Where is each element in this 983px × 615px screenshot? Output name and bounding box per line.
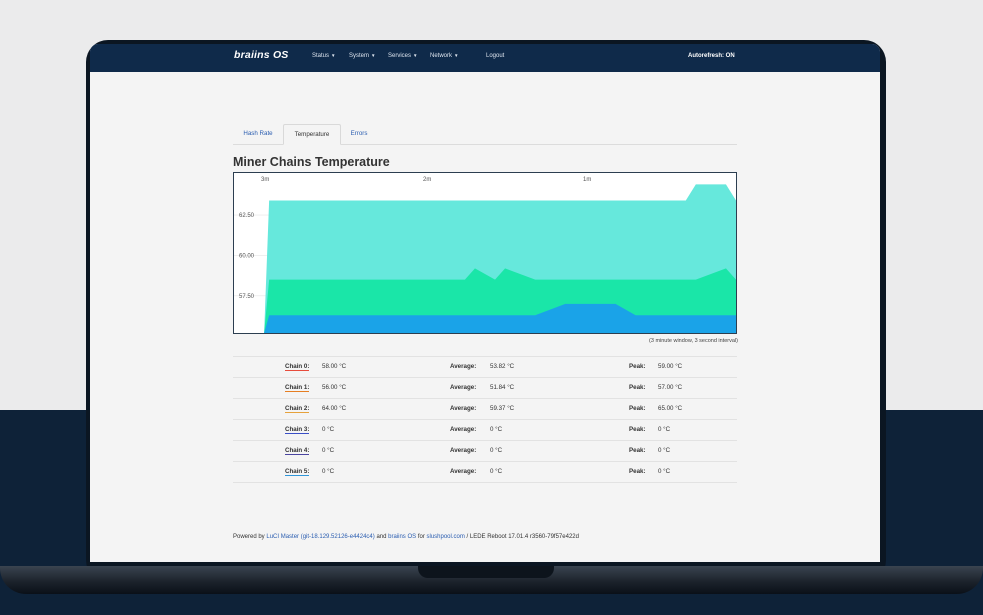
tab-bar: Hash Rate Temperature Errors <box>233 124 737 145</box>
chain-label: Chain 1: <box>285 384 310 392</box>
nav-system-label: System <box>349 53 370 59</box>
table-row: Chain 3: 0 °C Average: 0 °C Peak: 0 °C <box>233 419 737 440</box>
nav-network[interactable]: Network ▼ <box>430 53 458 59</box>
peak-value: 59.00 °C <box>658 363 683 370</box>
peak-value: 57.00 °C <box>658 384 683 391</box>
tab-temperature[interactable]: Temperature <box>283 124 341 145</box>
chain-label: Chain 2: <box>285 405 310 413</box>
x-tick-label: 1m <box>583 177 591 183</box>
nav-status[interactable]: Status ▼ <box>312 53 335 59</box>
caret-down-icon: ▼ <box>331 53 336 58</box>
luci-link[interactable]: LuCI Master (git-18.129.52126-e4424c4) <box>266 534 374 540</box>
nav-status-label: Status <box>312 53 330 59</box>
nav-network-label: Network <box>430 53 453 59</box>
chain-value: 64.00 °C <box>322 405 347 412</box>
chain-label: Chain 3: <box>285 426 310 434</box>
nav-services[interactable]: Services ▼ <box>388 53 417 59</box>
peak-label: Peak: <box>629 468 646 475</box>
peak-value: 0 °C <box>658 447 671 454</box>
peak-value: 0 °C <box>658 426 671 433</box>
nav-logout[interactable]: Logout <box>486 53 504 59</box>
autorefresh-toggle[interactable]: Autorefresh: ON <box>688 53 735 59</box>
chain-value: 0 °C <box>322 426 335 433</box>
screen: braiins OS Status ▼ System ▼ Services ▼ Net… <box>90 44 880 562</box>
chain-value: 58.00 °C <box>322 363 347 370</box>
peak-value: 65.00 °C <box>658 405 683 412</box>
y-tick-label: 62.50 <box>239 213 255 219</box>
chain-label: Chain 4: <box>285 447 310 455</box>
chain-value: 0 °C <box>322 447 335 454</box>
laptop-notch <box>418 566 554 578</box>
footer: Powered by LuCI Master (git-18.129.52126… <box>233 534 579 540</box>
x-tick-label: 2m <box>423 177 431 183</box>
average-label: Average: <box>450 363 477 370</box>
chart-interval-note: (3 minute window, 3 second interval) <box>649 338 738 344</box>
peak-label: Peak: <box>629 426 646 433</box>
footer-powered-by: Powered by <box>233 534 265 540</box>
average-label: Average: <box>450 468 477 475</box>
table-row: Chain 2: 64.00 °C Average: 59.37 °C Peak… <box>233 398 737 419</box>
average-value: 53.82 °C <box>490 363 515 370</box>
peak-value: 0 °C <box>658 468 671 475</box>
peak-label: Peak: <box>629 447 646 454</box>
caret-down-icon: ▼ <box>371 53 376 58</box>
chain-label: Chain 0: <box>285 363 310 371</box>
table-row: Chain 4: 0 °C Average: 0 °C Peak: 0 °C <box>233 440 737 461</box>
x-tick-label: 3m <box>261 177 269 183</box>
temperature-chart: 3m 2m 1m 62.50 60.00 57.50 <box>233 172 737 334</box>
caret-down-icon: ▼ <box>413 53 418 58</box>
tab-errors[interactable]: Errors <box>339 124 379 143</box>
average-value: 0 °C <box>490 468 503 475</box>
braiins-link[interactable]: braiins OS <box>388 534 416 540</box>
table-row: Chain 5: 0 °C Average: 0 °C Peak: 0 °C <box>233 461 737 483</box>
footer-for: for <box>417 534 425 540</box>
top-navbar: braiins OS Status ▼ System ▼ Services ▼ Net… <box>90 44 880 72</box>
average-value: 0 °C <box>490 426 503 433</box>
average-value: 51.84 °C <box>490 384 515 391</box>
nav-system[interactable]: System ▼ <box>349 53 375 59</box>
peak-label: Peak: <box>629 363 646 370</box>
table-row: Chain 1: 56.00 °C Average: 51.84 °C Peak… <box>233 377 737 398</box>
average-label: Average: <box>450 426 477 433</box>
chain-table: Chain 0: 58.00 °C Average: 53.82 °C Peak… <box>233 356 737 483</box>
slushpool-link[interactable]: slushpool.com <box>427 534 465 540</box>
tab-hash-rate[interactable]: Hash Rate <box>233 124 283 143</box>
average-label: Average: <box>450 405 477 412</box>
y-tick-label: 57.50 <box>239 294 255 300</box>
average-label: Average: <box>450 384 477 391</box>
peak-label: Peak: <box>629 405 646 412</box>
caret-down-icon: ▼ <box>454 53 459 58</box>
average-value: 59.37 °C <box>490 405 515 412</box>
y-tick-label: 60.00 <box>239 253 255 259</box>
footer-lede: / LEDE Reboot 17.01.4 r3560-79f57e422d <box>466 534 579 540</box>
nav-services-label: Services <box>388 53 412 59</box>
footer-and: and <box>376 534 387 540</box>
chain-value: 56.00 °C <box>322 384 347 391</box>
page-title: Miner Chains Temperature <box>233 155 390 169</box>
chain-label: Chain 5: <box>285 468 310 476</box>
peak-label: Peak: <box>629 384 646 391</box>
average-value: 0 °C <box>490 447 503 454</box>
table-row: Chain 0: 58.00 °C Average: 53.82 °C Peak… <box>233 356 737 377</box>
average-label: Average: <box>450 447 477 454</box>
brand-logo[interactable]: braiins OS <box>234 49 289 61</box>
chain-value: 0 °C <box>322 468 335 475</box>
